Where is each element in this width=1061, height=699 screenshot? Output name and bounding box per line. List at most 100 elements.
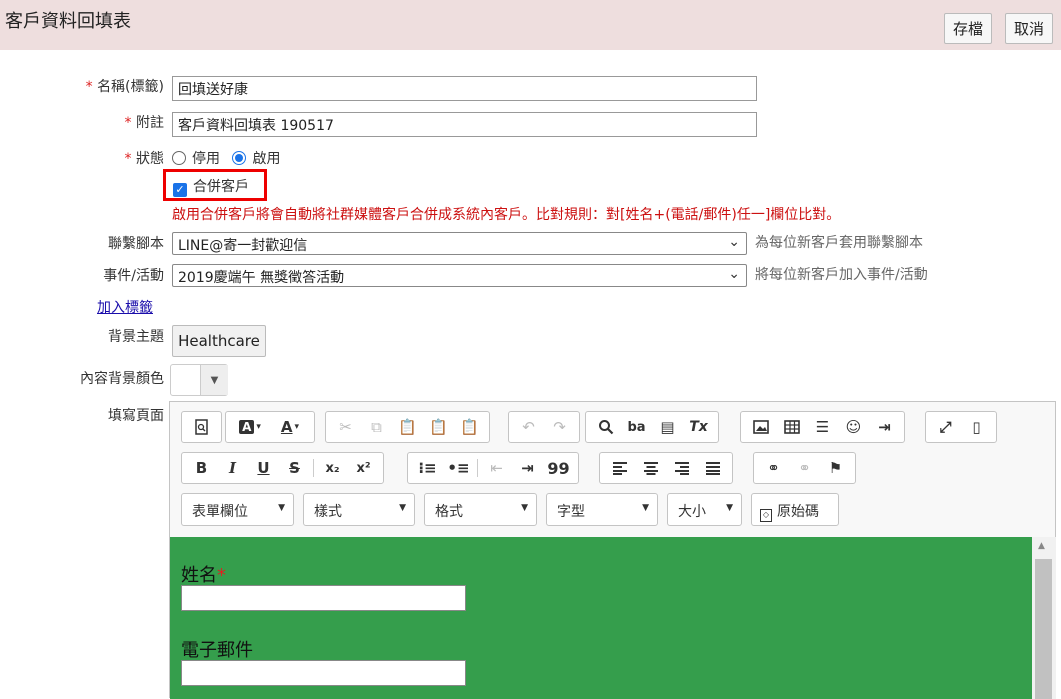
strikethrough-icon[interactable]: S <box>279 455 310 481</box>
editor-content-area[interactable]: 姓名* 電子郵件 <box>170 537 1032 699</box>
merge-warning-text: 啟用合併客戶將會自動將社群媒體客戶合併成系統內客戶。比對規則：對[姓名+(電話/… <box>172 207 841 223</box>
dropdown-arrow-icon: ▼ <box>200 365 228 395</box>
event-label: 事件/活動 <box>103 268 164 284</box>
show-blocks-icon[interactable]: ▯ <box>961 414 992 440</box>
cut-icon[interactable]: ✂ <box>330 414 361 440</box>
paste-text-icon[interactable]: 📋 <box>423 414 454 440</box>
toolbar-group-lists: ⁝≡ •≡ ⇤ ⇥ 99 <box>407 452 579 484</box>
bg-color-picker[interactable]: ▼ <box>170 364 228 396</box>
chevron-down-icon: ▼ <box>521 503 528 513</box>
toolbar-group-find: ba ▤ Tx <box>585 411 719 443</box>
undo-icon[interactable]: ↶ <box>513 414 544 440</box>
preview-icon[interactable] <box>186 414 217 440</box>
bulleted-list-icon[interactable]: •≡ <box>443 455 474 481</box>
name-label: * 名稱(標籤) <box>85 79 164 95</box>
template-icon[interactable]: ▤ <box>652 414 683 440</box>
field-label-name: 姓名* <box>181 565 226 586</box>
copy-icon[interactable]: ⧉ <box>361 414 392 440</box>
bold-icon[interactable]: B <box>186 455 217 481</box>
align-right-icon[interactable] <box>666 455 697 481</box>
blockquote-icon[interactable]: 99 <box>543 455 574 481</box>
name-field[interactable]: 回填送好康 <box>172 76 757 101</box>
table-icon[interactable] <box>776 414 807 440</box>
cancel-button[interactable]: 取消 <box>1005 13 1053 44</box>
save-button[interactable]: 存檔 <box>944 13 992 44</box>
maximize-icon[interactable]: ⤢ <box>930 414 961 440</box>
add-tag-link[interactable]: 加入標籤 <box>97 297 153 317</box>
styles-dropdown[interactable]: 樣式 ▼ <box>303 493 415 526</box>
header-bar: 客戶資料回填表 存檔 取消 <box>0 0 1061 50</box>
toolbar-group-links: ⚭ ⚭ ⚑ <box>753 452 856 484</box>
replace-icon[interactable]: ba <box>621 414 652 440</box>
chevron-down-icon: ▼ <box>399 503 406 513</box>
editor-scrollbar[interactable]: ▲ <box>1032 537 1056 699</box>
radio-on-icon <box>232 151 247 165</box>
find-icon[interactable] <box>590 414 621 440</box>
unlink-icon[interactable]: ⚭ <box>789 455 820 481</box>
align-center-icon[interactable] <box>635 455 666 481</box>
redo-icon[interactable]: ↷ <box>544 414 575 440</box>
scroll-up-icon[interactable]: ▲ <box>1038 541 1045 551</box>
toolbar-group-undo: ↶ ↷ <box>508 411 580 443</box>
status-label: * 狀態 <box>124 151 164 167</box>
decrease-indent-icon[interactable]: ⇤ <box>481 455 512 481</box>
bg-color-icon[interactable]: A ▾ <box>270 414 310 440</box>
chevron-down-icon: ▼ <box>642 503 649 513</box>
theme-label: 背景主題 <box>108 329 164 345</box>
status-radio-group: 停用 啟用 <box>172 148 280 168</box>
toolbar-group-colors: A ▾ A ▾ <box>225 411 315 443</box>
align-left-icon[interactable] <box>604 455 635 481</box>
image-icon[interactable] <box>745 414 776 440</box>
link-icon[interactable]: ⚭ <box>758 455 789 481</box>
numbered-list-icon[interactable]: ⁝≡ <box>412 455 443 481</box>
increase-indent-icon[interactable]: ⇥ <box>512 455 543 481</box>
superscript-icon[interactable]: x² <box>348 455 379 481</box>
chevron-down-icon: ⌄ <box>728 234 740 250</box>
remove-format-icon[interactable]: Tx <box>683 414 714 440</box>
note-field[interactable]: 客戶資料回填表 190517 <box>172 112 757 137</box>
font-dropdown[interactable]: 字型 ▼ <box>546 493 658 526</box>
event-hint: 將每位新客戶加入事件/活動 <box>755 267 928 283</box>
chevron-down-icon: ▼ <box>278 503 285 513</box>
checkbox-checked-icon: ✓ <box>173 183 187 197</box>
page-break-icon[interactable]: ⇥ <box>869 414 900 440</box>
name-input-preview[interactable] <box>181 585 466 611</box>
status-radio-disabled[interactable]: 停用 <box>172 151 220 167</box>
source-button[interactable]: ◇ 原始碼 <box>751 493 839 526</box>
toolbar-separator <box>477 459 478 477</box>
bg-color-label: 內容背景顏色 <box>80 371 164 387</box>
toolbar-group-preview <box>181 411 222 443</box>
field-label-email: 電子郵件 <box>181 640 253 661</box>
underline-icon[interactable]: U <box>248 455 279 481</box>
toolbar-group-view: ⤢ ▯ <box>925 411 997 443</box>
chevron-down-icon: ⌄ <box>728 266 740 282</box>
toolbar-separator <box>313 459 314 477</box>
size-dropdown[interactable]: 大小 ▼ <box>667 493 742 526</box>
paste-word-icon[interactable]: 📋 <box>454 414 485 440</box>
toolbar-group-align <box>599 452 733 484</box>
toolbar-group-insert: ☰ ☺ ⇥ <box>740 411 905 443</box>
smiley-icon[interactable]: ☺ <box>838 414 869 440</box>
scrollbar-thumb[interactable] <box>1035 559 1052 699</box>
email-input-preview[interactable] <box>181 660 466 686</box>
event-select[interactable]: 2019慶端午 無獎徵答活動 ⌄ <box>172 264 747 287</box>
text-color-icon[interactable]: A ▾ <box>230 414 270 440</box>
radio-off-icon <box>172 151 186 165</box>
form-fields-dropdown[interactable]: 表單欄位 ▼ <box>181 493 294 526</box>
italic-icon[interactable]: I <box>217 455 248 481</box>
merge-customers-checkbox[interactable]: ✓ 合併客戶 <box>173 176 249 197</box>
theme-button[interactable]: Healthcare <box>172 325 266 357</box>
horizontal-line-icon[interactable]: ☰ <box>807 414 838 440</box>
anchor-flag-icon[interactable]: ⚑ <box>820 455 851 481</box>
script-label: 聯繫腳本 <box>108 236 164 252</box>
status-radio-enabled[interactable]: 啟用 <box>232 151 280 167</box>
chevron-down-icon: ▼ <box>726 503 733 513</box>
paste-icon[interactable]: 📋 <box>392 414 423 440</box>
subscript-icon[interactable]: x₂ <box>317 455 348 481</box>
script-hint: 為每位新客戶套用聯繫腳本 <box>755 235 923 251</box>
note-label: * 附註 <box>124 115 164 131</box>
justify-icon[interactable] <box>697 455 728 481</box>
script-select[interactable]: LINE@寄一封歡迎信 ⌄ <box>172 232 747 255</box>
format-dropdown[interactable]: 格式 ▼ <box>424 493 537 526</box>
rich-text-editor: A▾ A▾ ✂ ⧉ 📋 📋 📋 ↶ ↷ ba ▤ Tx ☰ ☺ ⇥ ⤢ ▯ <box>169 401 1056 699</box>
